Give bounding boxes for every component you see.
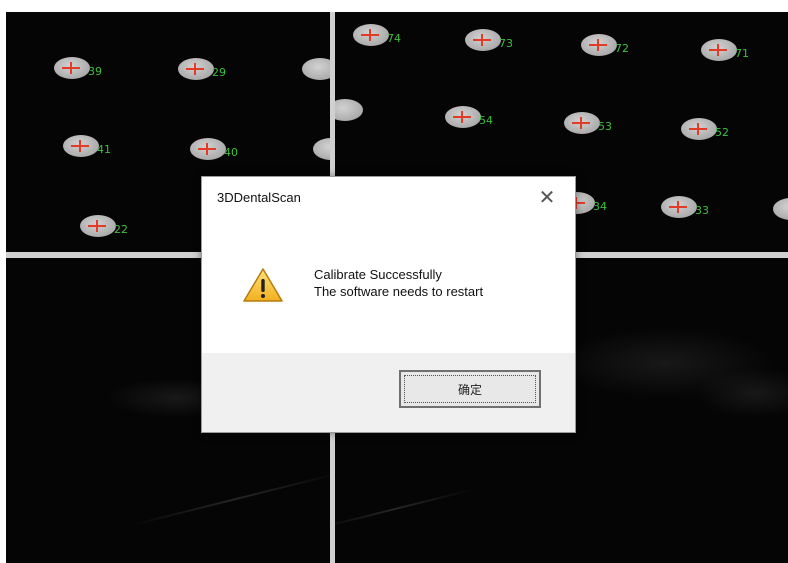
dialog-body: Calibrate Successfully The software need… (202, 219, 575, 353)
dialog-footer: 确定 (202, 353, 575, 432)
calibration-marker: 22 (80, 215, 128, 239)
message-line-1: Calibrate Successfully (314, 267, 442, 282)
marker-label: 54 (479, 114, 493, 127)
calibration-marker (313, 138, 330, 162)
marker-label: 41 (97, 143, 111, 156)
calibration-marker: 39 (54, 57, 102, 81)
calibration-dialog: 3DDentalScan ✕ Calibrate Successfully Th… (201, 176, 576, 433)
calibration-marker: 74 (353, 24, 401, 48)
message-line-2: The software needs to restart (314, 284, 484, 299)
marker-label: 73 (499, 37, 513, 50)
focus-ring (404, 375, 536, 403)
calibration-marker: 29 (178, 58, 226, 82)
calibration-marker: 40 (190, 138, 238, 162)
warning-icon (243, 268, 283, 302)
marker-label: 72 (615, 42, 629, 55)
dialog-title: 3DDentalScan (217, 190, 301, 205)
reflection-glow (695, 368, 788, 418)
calibration-marker: 71 (701, 39, 749, 63)
calibration-marker: 41 (63, 135, 111, 159)
light-streak (129, 471, 330, 527)
marker-label: 29 (212, 66, 226, 79)
calibration-marker (302, 58, 330, 82)
marker-label: 22 (114, 223, 128, 236)
marker-label: 53 (598, 120, 612, 133)
marker-label: 71 (735, 47, 749, 60)
light-streak (335, 488, 473, 530)
marker-label: 33 (695, 204, 709, 217)
calibration-marker: 72 (581, 34, 629, 58)
calibration-marker (773, 198, 788, 222)
dialog-titlebar[interactable]: 3DDentalScan ✕ (202, 177, 575, 219)
dialog-message: Calibrate Successfully The software need… (314, 266, 483, 300)
marker-label: 34 (593, 200, 607, 213)
calibration-marker: 33 (661, 196, 709, 220)
marker-label: 74 (387, 32, 401, 45)
marker-label: 39 (88, 65, 102, 78)
calibration-marker: 52 (681, 118, 729, 142)
marker-label: 40 (224, 146, 238, 159)
calibration-marker (335, 99, 365, 123)
close-icon[interactable]: ✕ (535, 185, 559, 209)
calibration-marker: 73 (465, 29, 513, 53)
marker-label: 52 (715, 126, 729, 139)
ok-button[interactable]: 确定 (399, 370, 541, 408)
calibration-marker: 54 (445, 106, 493, 130)
calibration-marker: 53 (564, 112, 612, 136)
